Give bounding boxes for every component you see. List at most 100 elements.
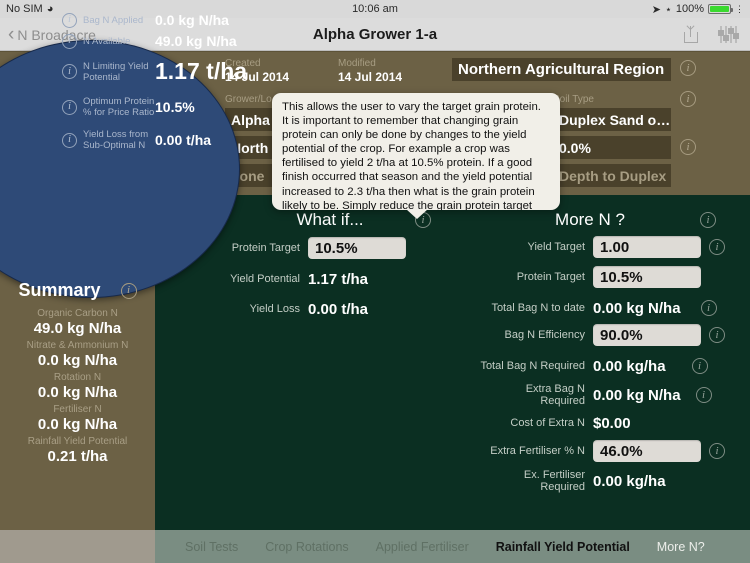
summary-item: Nitrate & Ammonium N 0.0 kg N/ha (0, 340, 155, 369)
summary-title: Summary (18, 280, 101, 300)
circle-row-label: Bag N Applied (83, 14, 144, 26)
circle-row-value: 0.0 kg N/ha (155, 12, 229, 28)
circle-row: i Yield Loss from Sub-Optimal N 0.00 t/h… (62, 129, 298, 151)
circle-row-value: 0.00 t/ha (155, 132, 212, 148)
bluetooth-icon: ⋆ (664, 3, 672, 16)
yield-target-info-icon[interactable]: i (709, 239, 725, 255)
total-bag-n-required-info-icon[interactable]: i (691, 358, 708, 374)
cost-of-extra-n-row: Cost of Extra N $0.00 (497, 412, 631, 434)
bag-n-efficiency-input[interactable]: 90.0% (593, 324, 701, 346)
tab-more-n[interactable]: More N? (657, 540, 705, 554)
protein-target-more-row: Protein Target 10.5% (497, 266, 701, 288)
tab-applied-fertiliser[interactable]: Applied Fertiliser (376, 540, 469, 554)
sliders-icon[interactable] (718, 26, 740, 43)
yield-loss-row: Yield Loss 0.00 t/ha (215, 298, 445, 320)
summary-item-label: Rainfall Yield Potential (27, 436, 128, 447)
percent-info-icon[interactable]: i (680, 139, 696, 155)
protein-target-label: Protein Target (231, 242, 300, 254)
more-n-title: More N ? (555, 210, 625, 229)
circle-row-label: Optimum Protein % for Price Ratio (83, 96, 155, 118)
summary-item-value: 49.0 kg N/ha (33, 320, 122, 337)
circle-row-value: 10.5% (155, 99, 195, 115)
tab-bar-left-block (0, 530, 155, 563)
soil-type-info-icon[interactable]: i (680, 91, 696, 107)
info-icon[interactable]: i (62, 99, 77, 115)
yield-loss-value: 0.00 t/ha (308, 300, 369, 318)
info-icon[interactable]: i (62, 12, 77, 28)
total-bag-n-required-row: Total Bag N Required 0.00 kg/ha i (479, 355, 708, 377)
cost-of-extra-n-value: $0.00 (593, 414, 631, 432)
percent-field[interactable]: 0.0% (553, 136, 671, 159)
summary-header: Summary i (0, 280, 155, 301)
circle-row-value: 1.17 t/ha (155, 58, 248, 84)
region-info-icon[interactable]: i (680, 60, 696, 76)
region-field[interactable]: Northern Agricultural Region (452, 58, 671, 81)
summary-item-label: Rotation N (53, 372, 102, 383)
summary-item-value: 0.0 kg N/ha (37, 384, 118, 401)
extra-bag-n-required-label: Extra Bag N Required (525, 383, 585, 407)
summary-item-label: Fertiliser N (53, 404, 102, 415)
app-root: No SIM ◕ 10:06 am ➤ ⋆ 100% ⋮ ‹ N Broadac… (0, 0, 750, 563)
ex-fertiliser-required-label: Ex. Fertiliser Required (523, 469, 585, 493)
status-bar-right: ➤ ⋆ 100% ⋮ (652, 3, 744, 16)
circle-row: i Bag N Applied 0.0 kg N/ha (62, 12, 298, 28)
circle-row-value: 49.0 kg N/ha (155, 33, 237, 49)
total-bag-n-required-value: 0.00 kg/ha (593, 357, 666, 375)
bag-n-efficiency-info-icon[interactable]: i (709, 327, 725, 343)
more-n-info-icon[interactable]: i (700, 212, 716, 228)
extra-fertiliser-percent-n-row: Extra Fertiliser % N 46.0% i (485, 440, 725, 462)
modified-label: Modified (338, 58, 376, 69)
depth-field[interactable]: Depth to Duplex (553, 164, 671, 187)
total-bag-n-to-date-label: Total Bag N to date (491, 302, 585, 314)
tab-list: Soil Tests Crop Rotations Applied Fertil… (155, 530, 750, 563)
tab-crop-rotations[interactable]: Crop Rotations (265, 540, 348, 554)
extra-bag-n-required-value: 0.00 kg N/ha (593, 386, 681, 404)
summary-item: Fertiliser N 0.0 kg N/ha (0, 404, 155, 433)
yield-target-row: Yield Target 1.00 i (497, 236, 725, 258)
battery-percent-label: 100% (675, 3, 704, 15)
yield-target-label: Yield Target (527, 241, 585, 253)
modified-block: Modified 14 Jul 2014 (338, 58, 402, 84)
tab-rainfall-yield-potential[interactable]: Rainfall Yield Potential (496, 540, 630, 554)
summary-item: Rotation N 0.0 kg N/ha (0, 372, 155, 401)
protein-target-label: Protein Target (516, 271, 585, 283)
total-bag-n-to-date-info-icon[interactable]: i (700, 300, 717, 316)
circle-row: i Optimum Protein % for Price Ratio 10.5… (62, 96, 298, 118)
extra-fertiliser-percent-n-label: Extra Fertiliser % N (490, 445, 585, 457)
location-arrow-icon: ➤ (651, 3, 661, 16)
extra-bag-n-required-row: Extra Bag N Required 0.00 kg N/ha i (479, 383, 712, 407)
summary-item-value: 0.21 t/ha (47, 448, 108, 465)
protein-target-input[interactable]: 10.5% (593, 266, 701, 288)
bag-n-efficiency-label: Bag N Efficiency (504, 329, 585, 341)
circle-row: i N Limiting Yield Potential 1.17 t/ha (62, 58, 298, 85)
yield-target-input[interactable]: 1.00 (593, 236, 701, 258)
circle-row-label: N Limiting Yield Potential (83, 60, 149, 83)
yield-potential-label: Yield Potential (230, 273, 300, 285)
soil-type-field[interactable]: Duplex Sand o… (553, 108, 671, 131)
yield-potential-row: Yield Potential 1.17 t/ha (215, 268, 445, 290)
tab-bar: Soil Tests Crop Rotations Applied Fertil… (0, 530, 750, 563)
circle-row-label: N Available (83, 35, 131, 47)
share-icon[interactable] (684, 26, 698, 43)
protein-target-input[interactable]: 10.5% (308, 237, 406, 259)
summary-item: Rainfall Yield Potential 0.21 t/ha (0, 436, 155, 465)
total-bag-n-to-date-value: 0.00 kg N/ha (593, 299, 681, 317)
summary-item: Organic Carbon N 49.0 kg N/ha (0, 308, 155, 337)
modified-value: 14 Jul 2014 (338, 70, 403, 84)
ex-fertiliser-required-value: 0.00 kg/ha (593, 472, 666, 490)
tooltip-arrow (406, 209, 428, 219)
extra-fertiliser-percent-n-info-icon[interactable]: i (709, 443, 725, 459)
tab-soil-tests[interactable]: Soil Tests (185, 540, 238, 554)
battery-icon (708, 4, 733, 14)
yield-loss-label: Yield Loss (249, 303, 300, 315)
extra-bag-n-required-info-icon[interactable]: i (695, 387, 712, 403)
extra-fertiliser-percent-n-input[interactable]: 46.0% (593, 440, 701, 462)
protein-target-row: Protein Target 10.5% (215, 237, 445, 259)
info-icon[interactable]: i (62, 33, 77, 49)
yield-potential-value: 1.17 t/ha (308, 270, 369, 288)
total-bag-n-required-label: Total Bag N Required (480, 360, 585, 372)
summary-info-icon[interactable]: i (120, 282, 137, 299)
info-icon[interactable]: i (62, 64, 77, 79)
info-icon[interactable]: i (62, 132, 77, 148)
ex-fertiliser-required-row: Ex. Fertiliser Required 0.00 kg/ha (479, 469, 666, 493)
